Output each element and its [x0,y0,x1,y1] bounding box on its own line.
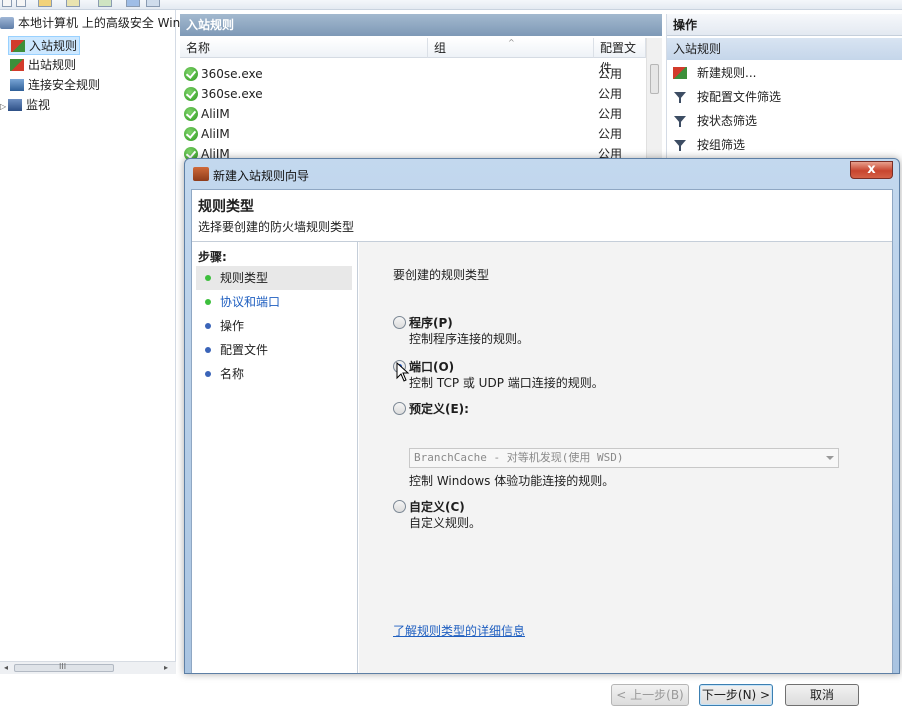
option-program-desc: 控制程序连接的规则。 [409,332,530,346]
tree-item-connection-security[interactable]: 连接安全规则 [10,76,100,95]
firewall-computer-icon [0,17,14,29]
back-arrow-icon[interactable] [2,0,12,7]
option-port-label[interactable]: 端口(O) [409,358,454,375]
column-group[interactable]: 组 ^ [428,38,594,58]
radio-predefined[interactable] [393,402,406,415]
filter-icon [674,116,686,127]
expand-icon[interactable]: ▷ [0,97,8,116]
rules-vertical-scrollbar[interactable] [646,38,662,178]
rules-pane: 入站规则 名称 组 ^ 配置文件 360se.exe 公用 360se.exe … [180,14,662,178]
sort-arrow-icon: ^ [508,38,515,47]
new-inbound-rule-wizard: 新建入站规则向导 x 规则类型 选择要创建的防火墙规则类型 步骤: 规则类型 协… [184,158,900,706]
table-row[interactable]: 360se.exe 公用 [180,84,646,104]
step-bullet-icon [205,371,211,377]
actions-pane: 操作 入站规则 新建规则... 按配置文件筛选 按状态筛选 按组筛选 [666,14,902,174]
panel-icon[interactable] [146,0,160,7]
page-subtitle: 选择要创建的防火墙规则类型 [198,220,355,234]
filter-icon [674,92,686,103]
monitoring-icon [8,99,22,111]
toolbar [0,0,902,10]
enabled-check-icon [184,87,198,101]
firewall-icon [193,167,209,181]
step-bullet-icon [205,299,211,305]
action-filter-state[interactable]: 按状态筛选 [667,110,902,132]
action-new-rule[interactable]: 新建规则... [667,62,902,84]
steps-label: 步骤: [198,250,227,264]
next-button[interactable]: 下一步(N) > [699,684,773,706]
table-row[interactable]: AliIM 公用 [180,124,646,144]
option-custom-label[interactable]: 自定义(C) [409,498,465,515]
console-tree: 本地计算机 上的高级安全 Win 入站规则 出站规则 连接安全规则 ▷ 监视 [0,10,180,674]
tree-item-outbound[interactable]: 出站规则 [10,56,76,75]
rules-pane-header: 入站规则 [180,14,662,36]
step-rule-type: 规则类型 [196,266,352,290]
option-port-desc: 控制 TCP 或 UDP 端口连接的规则。 [409,376,604,390]
enabled-check-icon [184,67,198,81]
tree-item-inbound[interactable]: 入站规则 [8,36,80,55]
action-filter-profile[interactable]: 按配置文件筛选 [667,86,902,108]
chevron-down-icon[interactable] [826,456,834,460]
tree-item-monitoring[interactable]: ▷ 监视 [0,96,50,115]
option-predefined-label[interactable]: 预定义(E): [409,400,469,417]
actions-header: 操作 [667,14,902,36]
step-current-icon [205,275,211,281]
folder-icon[interactable] [38,0,52,7]
step-bullet-icon [205,323,211,329]
new-rule-icon [673,67,687,79]
learn-more-link[interactable]: 了解规则类型的详细信息 [393,622,525,639]
radio-custom[interactable] [393,500,406,513]
step-name: 名称 [196,362,352,386]
option-predefined-desc: 控制 Windows 体验功能连接的规则。 [409,474,615,488]
steps-panel: 步骤: 规则类型 协议和端口 操作 配置文件 名称 [192,242,358,673]
step-protocol-ports[interactable]: 协议和端口 [196,290,352,314]
close-button[interactable]: x [850,161,893,179]
step-bullet-icon [205,347,211,353]
forward-arrow-icon[interactable] [16,0,26,7]
scrollbar-thumb[interactable]: III [14,662,114,672]
table-row[interactable]: 360se.exe 公用 [180,64,646,84]
step-action: 操作 [196,314,352,338]
column-profile[interactable]: 配置文件 [594,38,646,75]
action-filter-group[interactable]: 按组筛选 [667,134,902,156]
scrollbar-thumb[interactable] [650,64,659,94]
cancel-button[interactable]: 取消 [785,684,859,706]
predefined-select[interactable]: BranchCache - 对等机发现(使用 WSD) [409,448,839,468]
properties-icon[interactable] [66,0,80,7]
inbound-rules-icon [11,40,25,52]
scroll-right-icon[interactable]: ▸ [160,662,172,674]
page-title: 规则类型 [198,199,254,215]
tree-root[interactable]: 本地计算机 上的高级安全 Win [0,14,180,33]
outbound-rules-icon [10,59,24,71]
table-row[interactable]: AliIM 公用 [180,104,646,124]
dialog-body: 规则类型 选择要创建的防火墙规则类型 步骤: 规则类型 协议和端口 操作 配置文… [191,189,893,706]
wizard-content: 要创建的规则类型 程序(P) 控制程序连接的规则。 端口(O) 控制 TCP 或… [359,242,892,706]
dialog-title: 新建入站规则向导 [213,169,310,183]
export-icon[interactable] [98,0,112,7]
column-name[interactable]: 名称 [180,38,428,58]
mouse-cursor-icon [396,362,410,382]
dialog-header: 规则类型 选择要创建的防火墙规则类型 [192,190,892,242]
option-program-label[interactable]: 程序(P) [409,314,453,331]
step-profile: 配置文件 [196,338,352,362]
actions-subheader[interactable]: 入站规则 [667,38,902,60]
connection-security-icon [10,79,24,91]
filter-icon [674,140,686,151]
help-icon[interactable] [126,0,140,7]
rule-type-question: 要创建的规则类型 [393,268,490,282]
scroll-left-icon[interactable]: ◂ [0,662,12,674]
option-custom-desc: 自定义规则。 [409,516,482,530]
radio-program[interactable] [393,316,406,329]
enabled-check-icon [184,107,198,121]
enabled-check-icon [184,127,198,141]
back-button[interactable]: < 上一步(B) [611,684,689,706]
tree-horizontal-scrollbar[interactable]: ◂ III ▸ [0,661,176,674]
